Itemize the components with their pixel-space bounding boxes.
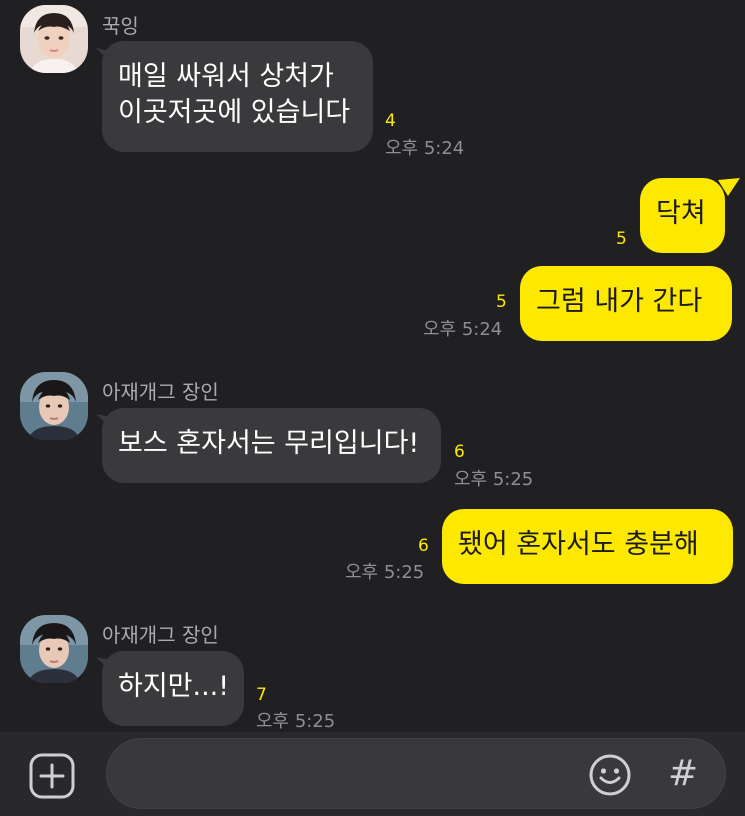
message-text: 하지만...!: [118, 671, 230, 702]
message-line: 매일 싸워서 상처가: [118, 61, 334, 92]
timestamp: 오후 5:24: [423, 319, 503, 340]
message-bubble[interactable]: 닥쳐: [640, 178, 725, 253]
unread-count: 5: [496, 292, 507, 312]
smiley-icon[interactable]: [588, 753, 632, 797]
message-bubble[interactable]: 매일 싸워서 상처가 이곳저곳에 있습니다: [102, 41, 373, 152]
chat-area[interactable]: 꾹잉 매일 싸워서 상처가 이곳저곳에 있습니다 4 오후 5:24 닥쳐 5 …: [0, 0, 745, 732]
unread-count: 6: [454, 442, 465, 462]
avatar[interactable]: [20, 5, 88, 73]
message-text: 됐어 혼자서도 충분해: [458, 529, 699, 560]
timestamp: 오후 5:25: [345, 562, 425, 583]
sender-name: 꾹잉: [102, 14, 139, 38]
timestamp: 오후 5:25: [454, 469, 534, 490]
message-bubble[interactable]: 보스 혼자서는 무리입니다!: [102, 408, 441, 483]
message-bubble[interactable]: 하지만...!: [102, 651, 244, 726]
message-bubble[interactable]: 됐어 혼자서도 충분해: [442, 509, 733, 584]
unread-count: 4: [385, 111, 396, 131]
sender-name: 아재개그 장인: [102, 380, 219, 404]
unread-count: 5: [616, 229, 627, 249]
unread-count: 7: [256, 685, 267, 705]
sender-name: 아재개그 장인: [102, 623, 219, 647]
hash-icon[interactable]: #: [668, 751, 698, 797]
plus-square-icon[interactable]: [29, 753, 75, 799]
unread-count: 6: [418, 536, 429, 556]
message-text: 닥쳐: [656, 198, 706, 229]
message-line: 이곳저곳에 있습니다: [118, 97, 351, 128]
avatar[interactable]: [20, 372, 88, 440]
message-text: 보스 혼자서는 무리입니다!: [118, 428, 420, 459]
timestamp: 오후 5:24: [385, 138, 465, 159]
message-input[interactable]: [106, 738, 726, 809]
avatar[interactable]: [20, 615, 88, 683]
timestamp: 오후 5:25: [256, 711, 336, 732]
message-bubble[interactable]: 그럼 내가 간다: [520, 266, 732, 341]
bubble-tail: [718, 178, 740, 196]
message-text: 그럼 내가 간다: [536, 286, 703, 317]
